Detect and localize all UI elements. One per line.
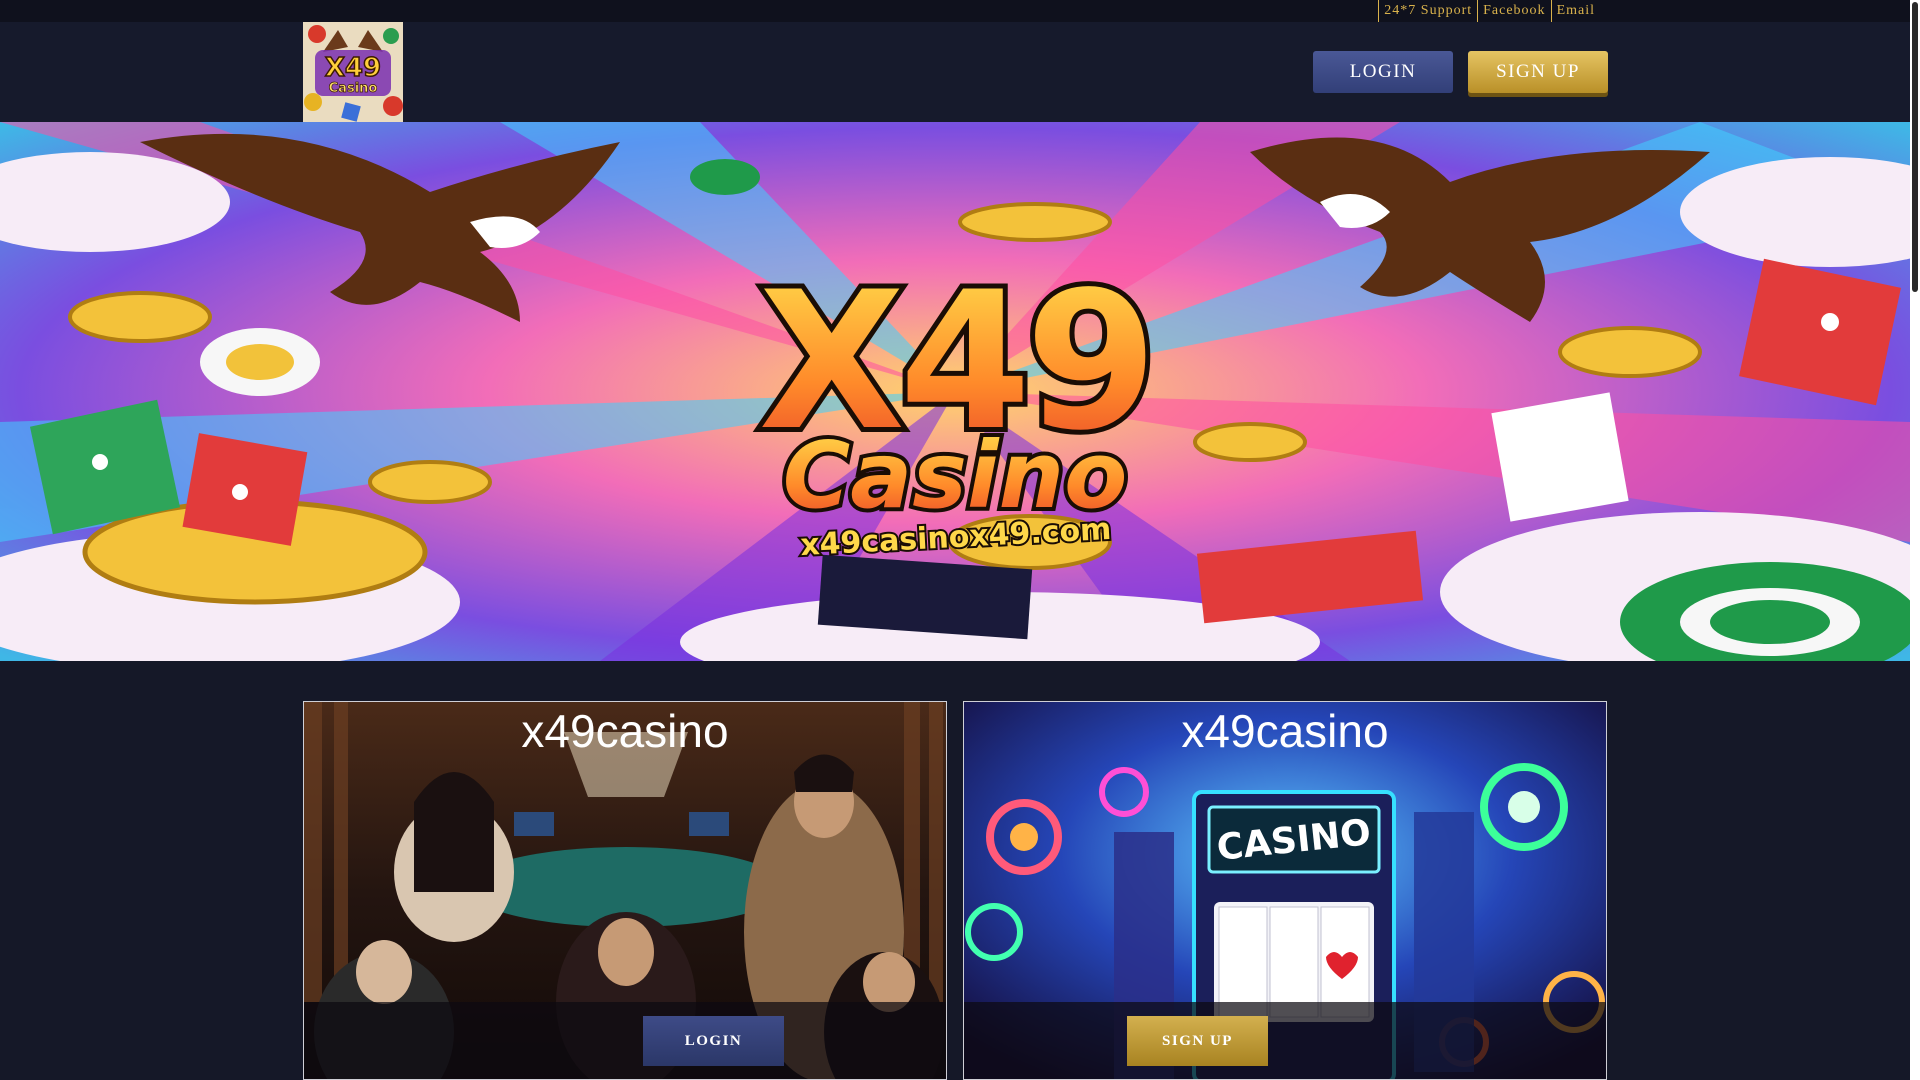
email-link[interactable]: Email [1550,0,1600,22]
svg-text:Casino: Casino [329,81,378,96]
top-links: 24*7 Support Facebook Email [1378,0,1600,22]
login-card[interactable]: x49casino LOGIN [303,701,947,1080]
signup-card[interactable]: CASINO x49casino SIGN UP [963,701,1607,1080]
svg-text:X49: X49 [325,53,381,83]
login-button[interactable]: LOGIN [1313,51,1453,93]
page-scrollbar[interactable] [1910,0,1920,1080]
top-bar: 24*7 Support Facebook Email [0,0,1910,22]
card-login-button[interactable]: LOGIN [643,1016,784,1066]
facebook-link[interactable]: Facebook [1477,0,1550,22]
support-link[interactable]: 24*7 Support [1378,0,1477,22]
signup-button[interactable]: SIGN UP [1468,51,1608,93]
banner-image: X49 Casino x49casinox49.com [0,122,1910,661]
scrollbar-thumb[interactable] [1912,2,1918,292]
card-title: x49casino [1181,705,1389,757]
card-overlay [964,1002,1606,1079]
site-header: X49 Casino LOGIN SIGN UP [0,22,1910,122]
hero-banner: X49 Casino x49casinox49.com [0,122,1910,661]
logo-image: X49 Casino [303,22,403,122]
promo-cards: x49casino LOGIN CASINO x49casino SIGN UP [303,701,1608,1080]
card-signup-button[interactable]: SIGN UP [1127,1016,1268,1066]
card-title: x49casino [521,705,729,757]
site-logo[interactable]: X49 Casino [303,22,403,122]
card-overlay [304,1002,946,1079]
